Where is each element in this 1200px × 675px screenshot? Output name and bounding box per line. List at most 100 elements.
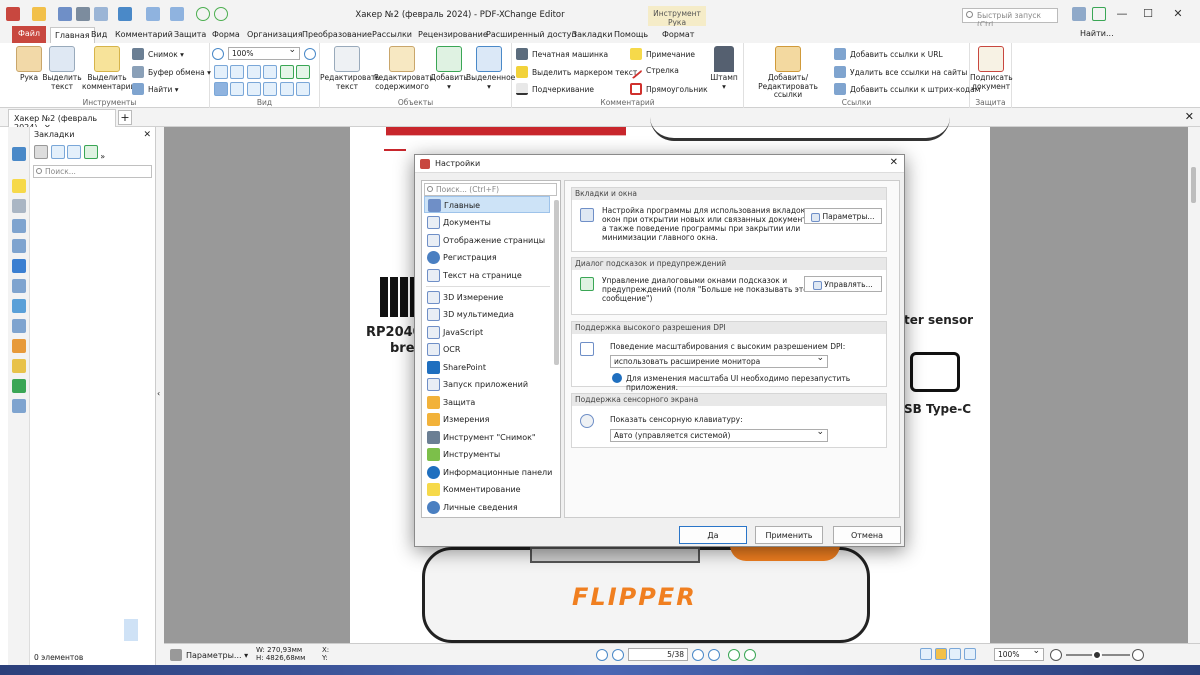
underline-button[interactable]: Подчеркивание: [516, 83, 594, 95]
more-options-icon[interactable]: »: [100, 152, 105, 161]
apply-button[interactable]: Применить: [755, 526, 823, 544]
maximize-button[interactable]: ☐: [1138, 7, 1158, 23]
category-registration[interactable]: Регистрация: [424, 249, 550, 266]
close-document-button[interactable]: ✕: [1185, 110, 1194, 123]
zoom-select[interactable]: 100%: [228, 45, 300, 60]
panel-close-icon[interactable]: ✕: [143, 130, 151, 140]
sign-document-button[interactable]: Подписать документ: [970, 46, 1013, 91]
clipboard-button[interactable]: Буфер обмена ▾: [132, 66, 211, 78]
fields-panel-icon[interactable]: [12, 319, 26, 333]
vertical-scrollbar[interactable]: [1188, 127, 1200, 643]
tab-mailings[interactable]: Рассылки: [372, 27, 412, 43]
tab-bookmarks[interactable]: Закладки: [572, 27, 612, 43]
new-bookmark-icon[interactable]: [50, 145, 65, 159]
facing-icon[interactable]: [263, 82, 278, 96]
tab-view[interactable]: Вид: [91, 27, 107, 43]
manage-hints-button[interactable]: Управлять...: [804, 276, 882, 292]
settings-status-button[interactable]: Параметры... ▾: [170, 649, 248, 661]
two-continuous-layout-icon[interactable]: [963, 648, 976, 660]
scroll-thumb[interactable]: [1191, 167, 1196, 203]
zoom-out-icon[interactable]: [212, 48, 224, 60]
panel-splitter[interactable]: ‹: [156, 127, 164, 667]
link-icon[interactable]: [279, 82, 294, 96]
email-icon[interactable]: [94, 7, 108, 21]
add-barcode-links-button[interactable]: Добавить ссылки к штрих-кодам: [834, 83, 980, 95]
category-3d-measure[interactable]: 3D Измерение: [424, 289, 550, 306]
fit-page-icon[interactable]: [230, 65, 245, 79]
expand-bookmark-icon[interactable]: [67, 145, 82, 159]
tab-review[interactable]: Рецензирование: [418, 27, 488, 43]
tab-file[interactable]: Файл: [12, 26, 46, 43]
tab-organize[interactable]: Организация: [247, 27, 303, 43]
selected-object-button[interactable]: Выделенное ▾: [466, 46, 515, 91]
continuous-layout-icon[interactable]: [934, 648, 947, 660]
document-tab[interactable]: Хакер №2 (февраль 2024) ✕: [8, 109, 116, 132]
category-app-launch[interactable]: Запуск приложений: [424, 376, 550, 393]
properties-panel-icon[interactable]: [12, 279, 26, 293]
ok-button[interactable]: Да: [679, 526, 747, 544]
hand-tool-button[interactable]: Рука: [14, 46, 44, 83]
category-commenting[interactable]: Комментирование: [424, 481, 550, 498]
actual-size-icon[interactable]: [214, 65, 228, 79]
rectangle-button[interactable]: Прямоугольник: [630, 83, 708, 95]
redo-icon[interactable]: [170, 7, 184, 21]
category-info-panels[interactable]: Информационные панели: [424, 464, 552, 481]
zoom-out-status-icon[interactable]: [1050, 649, 1062, 661]
bookmarks-panel-icon[interactable]: [12, 147, 26, 161]
pointer-icon[interactable]: [214, 82, 228, 96]
add-object-button[interactable]: Добавить ▾: [430, 46, 468, 91]
category-javascript[interactable]: JavaScript: [424, 324, 550, 341]
remove-links-button[interactable]: Удалить все ссылки на сайты: [834, 66, 967, 78]
bookmarks-search-input[interactable]: Поиск...: [33, 165, 152, 178]
layers-panel-icon[interactable]: [12, 239, 26, 253]
rotate-left-icon[interactable]: [279, 65, 294, 79]
category-documents[interactable]: Документы: [424, 214, 550, 231]
category-sharepoint[interactable]: SharePoint: [424, 359, 550, 376]
close-button[interactable]: ✕: [1168, 7, 1188, 23]
settings-gear-icon[interactable]: [34, 145, 48, 159]
attachments-panel-icon[interactable]: [12, 199, 26, 213]
find-button[interactable]: Найти...: [1080, 29, 1114, 38]
prev-page-icon[interactable]: [612, 649, 624, 661]
find-tool-button[interactable]: Найти ▾: [132, 83, 179, 95]
first-page-icon[interactable]: [596, 649, 608, 661]
dpi-scaling-select[interactable]: использовать расширение монитора: [610, 353, 828, 368]
tab-sharing[interactable]: Расширенный доступ: [486, 27, 577, 43]
forward-icon[interactable]: [214, 7, 228, 21]
two-page-layout-icon[interactable]: [949, 648, 962, 660]
customize-icon[interactable]: [1072, 7, 1086, 21]
tab-convert[interactable]: Преобразование: [302, 27, 372, 43]
add-bookmark-icon[interactable]: [83, 145, 98, 159]
select-comments-button[interactable]: Выделить комментарии: [82, 46, 135, 91]
collapse-panel-icon[interactable]: ‹: [157, 389, 160, 398]
tags-panel-icon[interactable]: [12, 359, 26, 373]
open-folder-icon[interactable]: [32, 7, 46, 21]
next-page-icon[interactable]: [692, 649, 704, 661]
single-page-layout-icon[interactable]: [920, 648, 932, 660]
structure-panel-icon[interactable]: [12, 379, 26, 393]
content-panel-icon[interactable]: [12, 259, 26, 273]
page-nav-icon[interactable]: [295, 82, 310, 96]
category-ocr[interactable]: OCR: [424, 341, 550, 358]
edit-content-button[interactable]: Редактировать содержимого: [374, 46, 434, 91]
fit-visible-icon[interactable]: [263, 65, 278, 79]
back-icon[interactable]: [196, 7, 210, 21]
zoom-in-icon[interactable]: [304, 48, 316, 60]
articles-panel-icon[interactable]: [12, 399, 26, 413]
category-personal-info[interactable]: Личные сведения: [424, 499, 550, 516]
tab-protect[interactable]: Защита: [174, 27, 206, 43]
category-general[interactable]: Главные: [424, 196, 550, 213]
highlight-text-button[interactable]: Выделить маркером текст: [516, 66, 637, 78]
fit-width-icon[interactable]: [246, 65, 261, 79]
snapshot-button[interactable]: Снимок ▾: [132, 48, 184, 60]
select-text-button[interactable]: Выделить текст: [42, 46, 82, 91]
last-page-icon[interactable]: [708, 649, 720, 661]
fullscreen-icon[interactable]: [1092, 7, 1106, 21]
undo-icon[interactable]: [146, 7, 160, 21]
new-tab-button[interactable]: +: [118, 110, 132, 125]
category-page-display[interactable]: Отображение страницы: [424, 232, 550, 249]
category-tools[interactable]: Инструменты: [424, 446, 550, 463]
signatures-panel-icon[interactable]: [12, 299, 26, 313]
quick-launch-input[interactable]: Быстрый запуск (Ctrl...: [962, 8, 1058, 29]
tab-help[interactable]: Помощь: [614, 27, 648, 43]
